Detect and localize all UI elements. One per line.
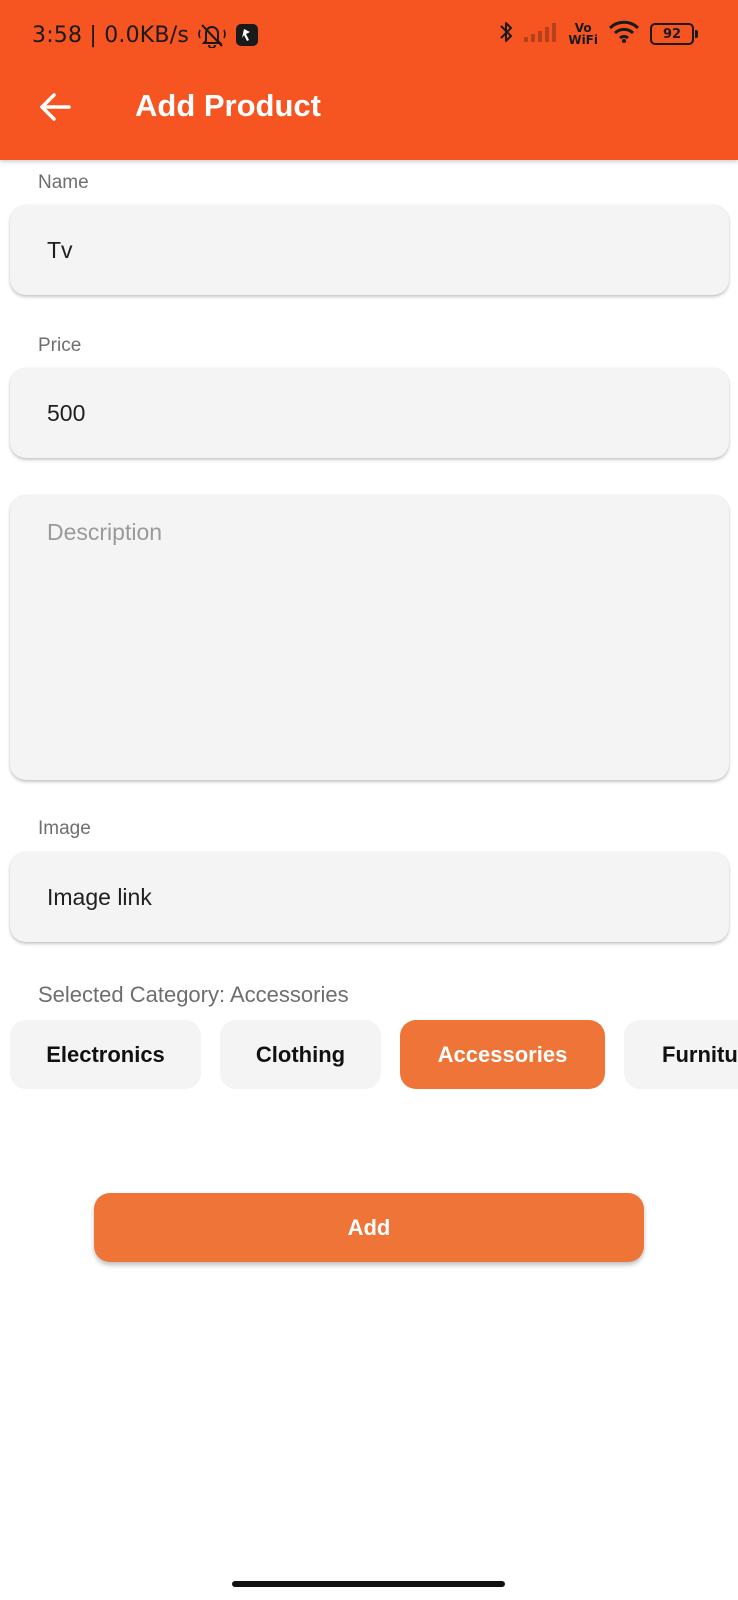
category-chip-furniture[interactable]: Furniture xyxy=(624,1020,738,1089)
battery-level: 92 xyxy=(650,23,694,45)
app-notification-icon xyxy=(235,23,259,47)
image-label: Image xyxy=(38,818,91,839)
arrow-left-icon xyxy=(40,93,71,121)
price-input[interactable] xyxy=(10,368,729,458)
category-chips: Electronics Clothing Accessories Furnitu… xyxy=(10,1020,738,1090)
image-input[interactable] xyxy=(10,852,729,942)
battery-icon: 92 xyxy=(650,23,698,45)
description-input[interactable] xyxy=(10,495,729,780)
status-bar: 3:58 | 0.0KB/s Vo WiFi 92 xyxy=(0,0,738,70)
status-time-speed: 3:58 | 0.0KB/s xyxy=(32,22,189,48)
category-chip-electronics[interactable]: Electronics xyxy=(10,1020,201,1089)
vowifi-icon: Vo WiFi xyxy=(568,22,598,46)
app-bar: 3:58 | 0.0KB/s Vo WiFi 92 Add Product xyxy=(0,0,738,160)
price-field-container xyxy=(10,368,729,458)
wifi-label: WiFi xyxy=(568,33,598,47)
name-label: Name xyxy=(38,172,89,193)
name-input[interactable] xyxy=(10,205,729,295)
status-right: Vo WiFi 92 xyxy=(498,18,698,50)
home-indicator[interactable] xyxy=(232,1581,505,1587)
toolbar: Add Product xyxy=(0,72,738,142)
image-field-container xyxy=(10,852,729,942)
selected-category-text: Selected Category: Accessories xyxy=(38,982,349,1007)
bluetooth-icon xyxy=(498,19,514,50)
cellular-signal-icon xyxy=(524,21,558,48)
price-label: Price xyxy=(38,335,82,356)
page-title: Add Product xyxy=(135,88,321,123)
alarm-off-icon xyxy=(197,22,227,48)
status-left: 3:58 | 0.0KB/s xyxy=(32,20,259,50)
description-field-container xyxy=(10,495,729,780)
name-field-container xyxy=(10,205,729,295)
back-button[interactable] xyxy=(34,86,76,128)
category-chip-clothing[interactable]: Clothing xyxy=(220,1020,381,1089)
wifi-icon xyxy=(608,20,640,49)
battery-tip xyxy=(695,30,698,38)
category-chip-accessories[interactable]: Accessories xyxy=(400,1020,605,1089)
add-button[interactable]: Add xyxy=(94,1193,644,1262)
